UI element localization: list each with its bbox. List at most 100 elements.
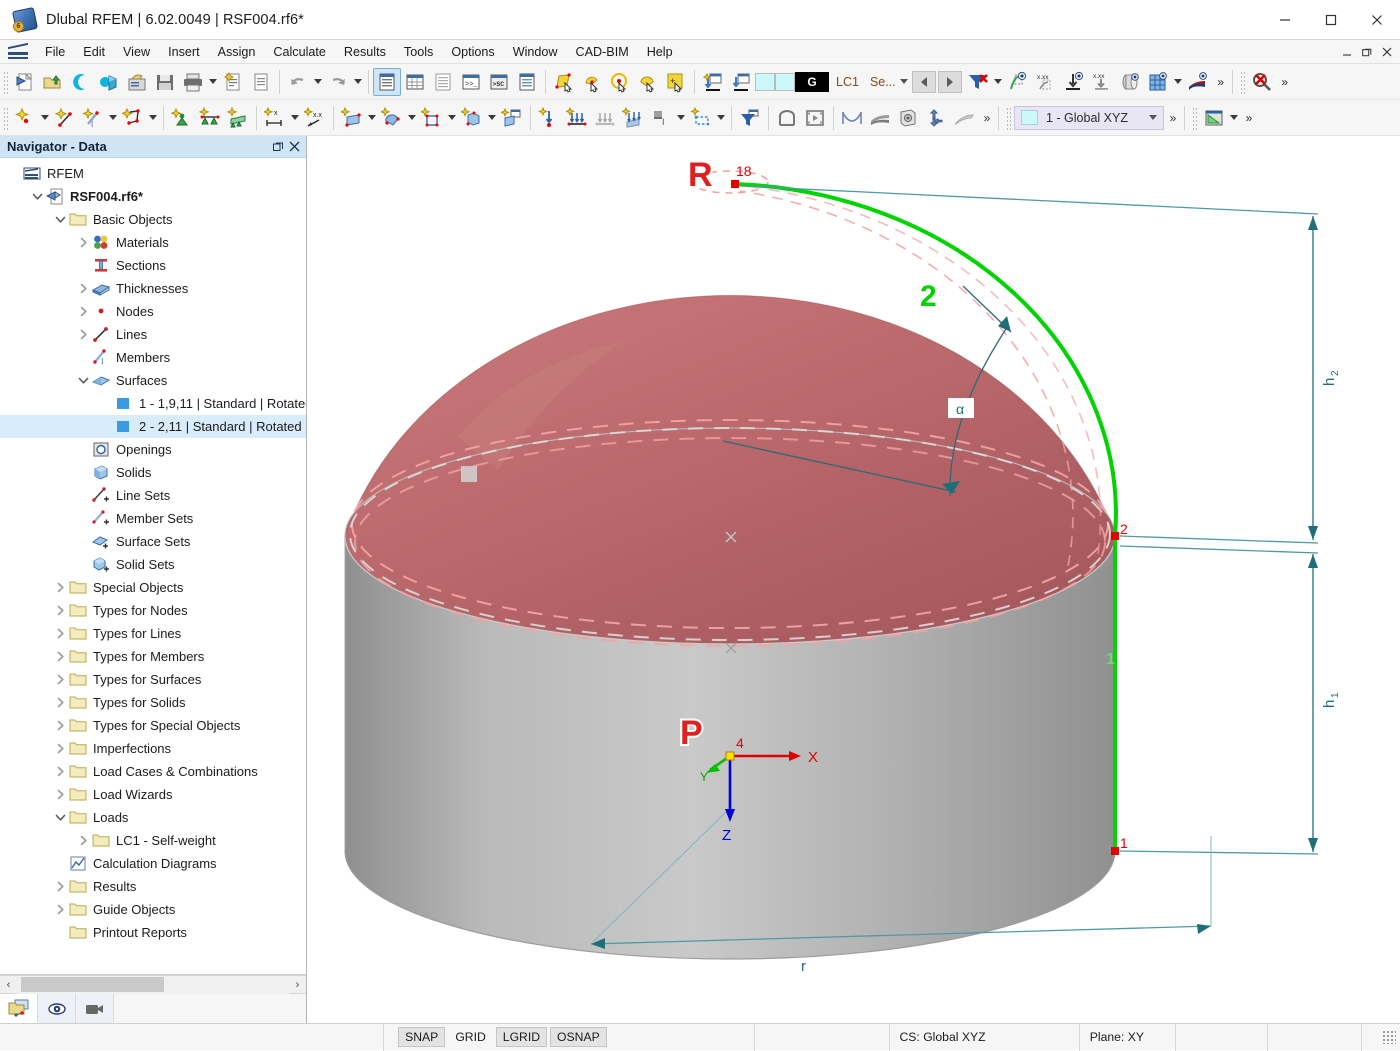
chevron-right-icon[interactable] bbox=[52, 875, 68, 898]
menu-view[interactable]: View bbox=[114, 42, 159, 62]
toolbar2-grip[interactable] bbox=[2, 106, 9, 130]
chevron-right-icon[interactable] bbox=[75, 231, 91, 254]
tree-item-lc1-self-weight[interactable]: LC1 - Self-weight bbox=[0, 829, 306, 852]
new-line-support-icon[interactable] bbox=[196, 104, 224, 132]
menu-window[interactable]: Window bbox=[504, 42, 567, 62]
mdi-restore-button[interactable] bbox=[1358, 42, 1376, 62]
console-icon[interactable]: >>_ bbox=[457, 68, 485, 96]
open-model-icon[interactable] bbox=[39, 68, 67, 96]
list-view-icon[interactable] bbox=[429, 68, 457, 96]
rigid-solid-dropdown-caret[interactable] bbox=[446, 104, 458, 132]
menu-edit[interactable]: Edit bbox=[74, 42, 114, 62]
tree-item-imperfections[interactable]: Imperfections bbox=[0, 737, 306, 760]
tree-item-nodes[interactable]: Nodes bbox=[0, 300, 306, 323]
tree-item-loads[interactable]: Loads bbox=[0, 806, 306, 829]
status-plane[interactable]: Plane: XY bbox=[1080, 1024, 1176, 1051]
print-dropdown-caret[interactable] bbox=[207, 68, 219, 96]
chevron-down-icon[interactable] bbox=[52, 208, 68, 231]
tree-item-rsf004-rf6[interactable]: RSF004.rf6* bbox=[0, 185, 306, 208]
mesh-dropdown-caret[interactable] bbox=[1172, 68, 1184, 96]
show-surface-results-icon[interactable] bbox=[1184, 68, 1212, 96]
new-rigid-solid-icon[interactable] bbox=[418, 104, 446, 132]
navigator-horizontal-scrollbar[interactable]: ‹ › bbox=[0, 975, 306, 993]
member-load-dropdown-caret[interactable] bbox=[675, 104, 687, 132]
scroll-right-arrow[interactable]: › bbox=[289, 976, 306, 994]
redo-icon[interactable] bbox=[324, 68, 352, 96]
chevron-right-icon[interactable] bbox=[52, 898, 68, 921]
script-icon[interactable]: >SC bbox=[485, 68, 513, 96]
bim-open-icon[interactable] bbox=[95, 68, 123, 96]
render-mode-icon[interactable] bbox=[894, 104, 922, 132]
show-load-values-icon[interactable]: x.xx bbox=[1088, 68, 1116, 96]
working-plane-icon[interactable] bbox=[1200, 104, 1228, 132]
chevron-right-icon[interactable] bbox=[75, 300, 91, 323]
new-nodal-load-icon[interactable] bbox=[535, 104, 563, 132]
tree-item-solids[interactable]: Solids bbox=[0, 461, 306, 484]
surface-results-icon[interactable] bbox=[866, 104, 894, 132]
model-3d-scene[interactable]: 18 2 1 4 2 1 R P X Y Z α h 2 bbox=[308, 136, 1400, 1023]
model-viewport[interactable]: 18 2 1 4 2 1 R P X Y Z α h 2 bbox=[308, 136, 1400, 1023]
undo-icon[interactable] bbox=[284, 68, 312, 96]
menu-results[interactable]: Results bbox=[335, 42, 395, 62]
filter-dropdown-caret[interactable] bbox=[992, 68, 1004, 96]
resize-grip-icon[interactable] bbox=[1382, 1030, 1396, 1044]
chevron-down-icon[interactable] bbox=[75, 369, 91, 392]
chevron-right-icon[interactable] bbox=[52, 599, 68, 622]
new-solid-block-icon[interactable] bbox=[498, 104, 526, 132]
menu-insert[interactable]: Insert bbox=[159, 42, 209, 62]
tree-item-line-sets[interactable]: Line Sets bbox=[0, 484, 306, 507]
scroll-track[interactable] bbox=[17, 976, 289, 994]
select-surface-icon[interactable] bbox=[550, 68, 578, 96]
tab-data-navigator[interactable] bbox=[0, 994, 38, 1023]
navigator-toggle-icon[interactable] bbox=[373, 68, 401, 96]
new-line-icon[interactable] bbox=[51, 104, 79, 132]
tree-item-surface-sets[interactable]: Surface Sets bbox=[0, 530, 306, 553]
navigator-restore-icon[interactable] bbox=[270, 139, 286, 155]
new-surface-icon[interactable] bbox=[119, 104, 147, 132]
status-coordinate-system[interactable]: CS: Global XYZ bbox=[890, 1024, 1080, 1051]
toolbar2-grip-3[interactable] bbox=[1191, 106, 1198, 130]
tree-item-sections[interactable]: Sections bbox=[0, 254, 306, 277]
tree-item-lines[interactable]: Lines bbox=[0, 323, 306, 346]
toolbar1-overflow-b[interactable]: » bbox=[1276, 69, 1292, 95]
show-mesh-icon[interactable] bbox=[1144, 68, 1172, 96]
chevron-right-icon[interactable] bbox=[52, 691, 68, 714]
tree-item-surfaces[interactable]: Surfaces bbox=[0, 369, 306, 392]
tree-item-solid-sets[interactable]: Solid Sets bbox=[0, 553, 306, 576]
chevron-down-icon[interactable] bbox=[52, 806, 68, 829]
toolbar2-overflow-c[interactable]: » bbox=[1240, 105, 1256, 131]
tree-item-materials[interactable]: Materials bbox=[0, 231, 306, 254]
render-solid-icon[interactable] bbox=[1116, 68, 1144, 96]
tree-item-rfem[interactable]: RFEM bbox=[0, 162, 306, 185]
mdi-close-button[interactable] bbox=[1378, 42, 1396, 62]
tab-views-navigator[interactable] bbox=[76, 994, 114, 1023]
menu-options[interactable]: Options bbox=[442, 42, 503, 62]
color-swatch-2[interactable] bbox=[775, 73, 795, 91]
scroll-thumb[interactable] bbox=[21, 977, 164, 992]
solid-set-dropdown-caret[interactable] bbox=[486, 104, 498, 132]
cloud-open-icon[interactable] bbox=[67, 68, 95, 96]
new-surface-load-icon[interactable] bbox=[619, 104, 647, 132]
working-plane-dropdown-caret[interactable] bbox=[1228, 104, 1240, 132]
new-load-case-icon[interactable] bbox=[699, 68, 727, 96]
tree-item-types-for-special-objects[interactable]: Types for Special Objects bbox=[0, 714, 306, 737]
toolbar-grip[interactable] bbox=[2, 70, 9, 94]
print-icon[interactable] bbox=[179, 68, 207, 96]
load-case-symbol[interactable]: G bbox=[795, 72, 829, 92]
new-model-icon[interactable] bbox=[11, 68, 39, 96]
tree-item-types-for-lines[interactable]: Types for Lines bbox=[0, 622, 306, 645]
scroll-left-arrow[interactable]: ‹ bbox=[0, 976, 17, 994]
undo-dropdown-caret[interactable] bbox=[312, 68, 324, 96]
show-deformation-icon[interactable] bbox=[1004, 68, 1032, 96]
chevron-right-icon[interactable] bbox=[75, 323, 91, 346]
show-values-icon[interactable]: x.xx bbox=[1032, 68, 1060, 96]
menu-file[interactable]: File bbox=[36, 42, 74, 62]
chevron-right-icon[interactable] bbox=[75, 829, 91, 852]
toolbar1-overflow-a[interactable]: » bbox=[1212, 69, 1228, 95]
tree-item-printout-reports[interactable]: Printout Reports bbox=[0, 921, 306, 944]
new-node-icon[interactable] bbox=[11, 104, 39, 132]
save-icon[interactable] bbox=[151, 68, 179, 96]
new-surface-support-icon[interactable] bbox=[224, 104, 252, 132]
chevron-right-icon[interactable] bbox=[52, 714, 68, 737]
previous-case-button[interactable] bbox=[912, 71, 936, 93]
